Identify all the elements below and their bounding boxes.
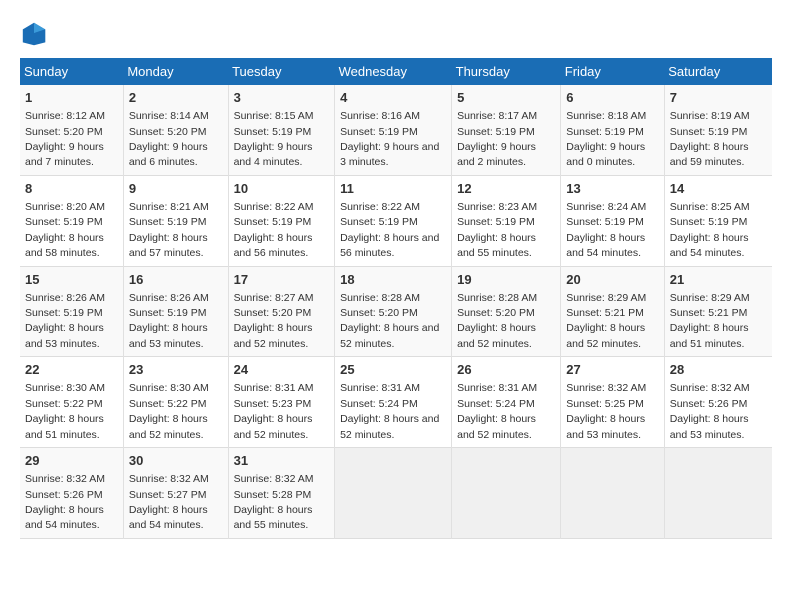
- week-row-1: 1Sunrise: 8:12 AMSunset: 5:20 PMDaylight…: [20, 85, 772, 175]
- day-cell: 20Sunrise: 8:29 AMSunset: 5:21 PMDayligh…: [561, 266, 664, 357]
- col-header-friday: Friday: [561, 58, 664, 85]
- day-cell: 27Sunrise: 8:32 AMSunset: 5:25 PMDayligh…: [561, 357, 664, 448]
- day-cell: 29Sunrise: 8:32 AMSunset: 5:26 PMDayligh…: [20, 448, 123, 539]
- day-number: 13: [566, 180, 658, 198]
- day-cell: 28Sunrise: 8:32 AMSunset: 5:26 PMDayligh…: [664, 357, 772, 448]
- day-number: 9: [129, 180, 223, 198]
- week-row-4: 22Sunrise: 8:30 AMSunset: 5:22 PMDayligh…: [20, 357, 772, 448]
- page-header: [20, 20, 772, 48]
- col-header-saturday: Saturday: [664, 58, 772, 85]
- day-number: 6: [566, 89, 658, 107]
- day-number: 1: [25, 89, 118, 107]
- col-header-tuesday: Tuesday: [228, 58, 335, 85]
- day-number: 24: [234, 361, 330, 379]
- day-cell: 25Sunrise: 8:31 AMSunset: 5:24 PMDayligh…: [335, 357, 452, 448]
- calendar-table: SundayMondayTuesdayWednesdayThursdayFrid…: [20, 58, 772, 539]
- week-row-3: 15Sunrise: 8:26 AMSunset: 5:19 PMDayligh…: [20, 266, 772, 357]
- day-number: 11: [340, 180, 446, 198]
- day-cell: 30Sunrise: 8:32 AMSunset: 5:27 PMDayligh…: [123, 448, 228, 539]
- day-number: 20: [566, 271, 658, 289]
- day-number: 7: [670, 89, 767, 107]
- col-header-monday: Monday: [123, 58, 228, 85]
- day-number: 25: [340, 361, 446, 379]
- day-cell: 13Sunrise: 8:24 AMSunset: 5:19 PMDayligh…: [561, 175, 664, 266]
- day-number: 4: [340, 89, 446, 107]
- day-cell: 31Sunrise: 8:32 AMSunset: 5:28 PMDayligh…: [228, 448, 335, 539]
- day-cell: 2Sunrise: 8:14 AMSunset: 5:20 PMDaylight…: [123, 85, 228, 175]
- day-number: 18: [340, 271, 446, 289]
- day-cell: 12Sunrise: 8:23 AMSunset: 5:19 PMDayligh…: [452, 175, 561, 266]
- day-cell: [664, 448, 772, 539]
- day-number: 2: [129, 89, 223, 107]
- day-cell: 11Sunrise: 8:22 AMSunset: 5:19 PMDayligh…: [335, 175, 452, 266]
- col-header-wednesday: Wednesday: [335, 58, 452, 85]
- day-number: 14: [670, 180, 767, 198]
- day-cell: 9Sunrise: 8:21 AMSunset: 5:19 PMDaylight…: [123, 175, 228, 266]
- day-cell: 17Sunrise: 8:27 AMSunset: 5:20 PMDayligh…: [228, 266, 335, 357]
- day-number: 30: [129, 452, 223, 470]
- day-number: 23: [129, 361, 223, 379]
- day-cell: 5Sunrise: 8:17 AMSunset: 5:19 PMDaylight…: [452, 85, 561, 175]
- day-cell: 6Sunrise: 8:18 AMSunset: 5:19 PMDaylight…: [561, 85, 664, 175]
- day-cell: 10Sunrise: 8:22 AMSunset: 5:19 PMDayligh…: [228, 175, 335, 266]
- logo: [20, 20, 50, 48]
- day-number: 22: [25, 361, 118, 379]
- day-cell: 23Sunrise: 8:30 AMSunset: 5:22 PMDayligh…: [123, 357, 228, 448]
- day-cell: 7Sunrise: 8:19 AMSunset: 5:19 PMDaylight…: [664, 85, 772, 175]
- day-cell: 4Sunrise: 8:16 AMSunset: 5:19 PMDaylight…: [335, 85, 452, 175]
- day-number: 28: [670, 361, 767, 379]
- day-number: 10: [234, 180, 330, 198]
- day-number: 31: [234, 452, 330, 470]
- day-number: 19: [457, 271, 555, 289]
- day-cell: 8Sunrise: 8:20 AMSunset: 5:19 PMDaylight…: [20, 175, 123, 266]
- day-cell: 16Sunrise: 8:26 AMSunset: 5:19 PMDayligh…: [123, 266, 228, 357]
- day-number: 8: [25, 180, 118, 198]
- day-cell: 24Sunrise: 8:31 AMSunset: 5:23 PMDayligh…: [228, 357, 335, 448]
- day-cell: 19Sunrise: 8:28 AMSunset: 5:20 PMDayligh…: [452, 266, 561, 357]
- day-number: 17: [234, 271, 330, 289]
- day-cell: 18Sunrise: 8:28 AMSunset: 5:20 PMDayligh…: [335, 266, 452, 357]
- day-cell: [561, 448, 664, 539]
- day-cell: [335, 448, 452, 539]
- col-header-sunday: Sunday: [20, 58, 123, 85]
- day-number: 5: [457, 89, 555, 107]
- day-cell: 1Sunrise: 8:12 AMSunset: 5:20 PMDaylight…: [20, 85, 123, 175]
- day-number: 12: [457, 180, 555, 198]
- col-header-thursday: Thursday: [452, 58, 561, 85]
- day-number: 26: [457, 361, 555, 379]
- week-row-5: 29Sunrise: 8:32 AMSunset: 5:26 PMDayligh…: [20, 448, 772, 539]
- day-cell: 14Sunrise: 8:25 AMSunset: 5:19 PMDayligh…: [664, 175, 772, 266]
- day-cell: 26Sunrise: 8:31 AMSunset: 5:24 PMDayligh…: [452, 357, 561, 448]
- day-cell: 3Sunrise: 8:15 AMSunset: 5:19 PMDaylight…: [228, 85, 335, 175]
- day-cell: 15Sunrise: 8:26 AMSunset: 5:19 PMDayligh…: [20, 266, 123, 357]
- day-number: 29: [25, 452, 118, 470]
- day-number: 27: [566, 361, 658, 379]
- logo-icon: [20, 20, 48, 48]
- day-number: 16: [129, 271, 223, 289]
- day-cell: [452, 448, 561, 539]
- day-number: 21: [670, 271, 767, 289]
- day-number: 15: [25, 271, 118, 289]
- week-row-2: 8Sunrise: 8:20 AMSunset: 5:19 PMDaylight…: [20, 175, 772, 266]
- day-cell: 21Sunrise: 8:29 AMSunset: 5:21 PMDayligh…: [664, 266, 772, 357]
- header-row: SundayMondayTuesdayWednesdayThursdayFrid…: [20, 58, 772, 85]
- day-number: 3: [234, 89, 330, 107]
- day-cell: 22Sunrise: 8:30 AMSunset: 5:22 PMDayligh…: [20, 357, 123, 448]
